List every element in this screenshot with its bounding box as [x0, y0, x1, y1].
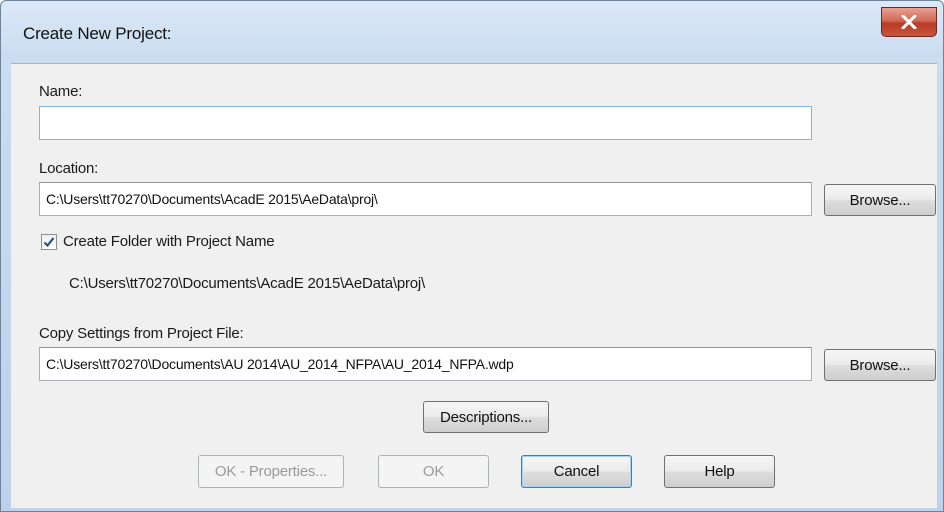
close-icon: [901, 15, 917, 29]
create-folder-label: Create Folder with Project Name: [63, 233, 275, 250]
location-input[interactable]: [39, 182, 812, 216]
ok-button[interactable]: OK: [378, 455, 489, 488]
cancel-button[interactable]: Cancel: [521, 455, 632, 488]
dialog-body: Name: Location: Browse... Create Folder …: [11, 63, 937, 508]
create-new-project-dialog: Create New Project: Name: Location: Brow…: [0, 0, 944, 512]
close-button[interactable]: [881, 7, 937, 37]
descriptions-button[interactable]: Descriptions...: [423, 401, 549, 433]
name-input[interactable]: [39, 106, 812, 140]
title-bar[interactable]: Create New Project:: [1, 1, 943, 63]
dialog-title: Create New Project:: [23, 24, 172, 43]
copy-settings-label: Copy Settings from Project File:: [39, 325, 244, 342]
checkmark-icon: [43, 237, 55, 248]
resolved-project-path: C:\Users\tt70270\Documents\AcadE 2015\Ae…: [69, 275, 426, 292]
copy-settings-browse-button[interactable]: Browse...: [824, 349, 936, 381]
name-label: Name:: [39, 83, 83, 100]
create-folder-checkbox[interactable]: [41, 234, 57, 250]
location-browse-button[interactable]: Browse...: [824, 184, 936, 216]
help-button[interactable]: Help: [664, 455, 775, 488]
location-label: Location:: [39, 160, 99, 177]
copy-settings-input[interactable]: [39, 347, 812, 381]
ok-properties-button[interactable]: OK - Properties...: [198, 455, 344, 488]
